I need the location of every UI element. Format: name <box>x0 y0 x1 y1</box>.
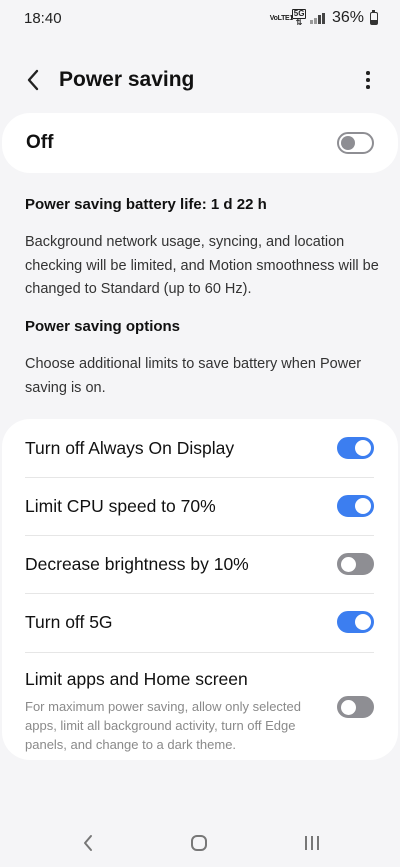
home-nav-icon <box>191 834 207 851</box>
option-toggle-limit-apps[interactable] <box>337 696 374 718</box>
back-nav-icon <box>84 834 92 851</box>
options-description: Choose additional limits to save battery… <box>25 356 362 396</box>
option-row-cpu-speed[interactable]: Limit CPU speed to 70% <box>2 477 398 535</box>
option-sublabel: For maximum power saving, allow only sel… <box>25 699 301 752</box>
recents-nav-icon <box>305 835 319 850</box>
nav-back-button[interactable] <box>68 823 108 863</box>
chevron-left-icon <box>27 69 39 91</box>
more-options-button[interactable] <box>358 60 378 100</box>
master-switch-card[interactable]: Off <box>2 113 398 173</box>
app-bar: Power saving <box>0 56 400 104</box>
master-switch-toggle[interactable] <box>337 132 374 154</box>
option-row-brightness[interactable]: Decrease brightness by 10% <box>2 535 398 593</box>
option-toggle-cpu-speed[interactable] <box>337 495 374 517</box>
back-button[interactable] <box>18 60 48 100</box>
battery-life-estimate: Power saving battery life: 1 d 22 h <box>25 196 267 213</box>
option-label: Limit apps and Home screen <box>25 669 248 689</box>
option-label: Turn off Always On Display <box>25 437 235 458</box>
option-row-5g[interactable]: Turn off 5G <box>2 593 398 651</box>
option-label: Decrease brightness by 10% <box>25 553 249 574</box>
option-toggle-always-on-display[interactable] <box>337 437 374 459</box>
more-vertical-icon <box>366 71 370 75</box>
battery-percent: 36% <box>331 9 364 26</box>
master-switch-label: Off <box>26 132 54 153</box>
status-icons: VoLTE1 5G ⇅ 36% <box>270 9 378 27</box>
option-row-always-on-display[interactable]: Turn off Always On Display <box>2 419 398 477</box>
option-label: Turn off 5G <box>25 611 113 632</box>
volte-icon: VoLTE1 <box>269 14 294 22</box>
option-row-limit-apps[interactable]: Limit apps and Home screen For maximum p… <box>2 652 398 760</box>
option-toggle-brightness[interactable] <box>337 553 374 575</box>
option-label: Limit CPU speed to 70% <box>25 495 216 516</box>
navigation-bar <box>0 818 400 867</box>
option-toggle-5g[interactable] <box>337 611 374 633</box>
power-saving-description: Background network usage, syncing, and l… <box>25 234 379 297</box>
page-title: Power saving <box>59 68 195 91</box>
options-heading: Power saving options <box>25 318 181 335</box>
options-card: Turn off Always On Display Limit CPU spe… <box>2 419 398 760</box>
status-bar: 18:40 VoLTE1 5G ⇅ 36% <box>0 0 400 36</box>
battery-icon <box>370 9 378 25</box>
signal-icon <box>310 12 325 24</box>
nav-home-button[interactable] <box>179 823 219 863</box>
5g-icon: 5G ⇅ <box>291 9 307 27</box>
status-time: 18:40 <box>24 9 62 27</box>
nav-recents-button[interactable] <box>292 823 332 863</box>
